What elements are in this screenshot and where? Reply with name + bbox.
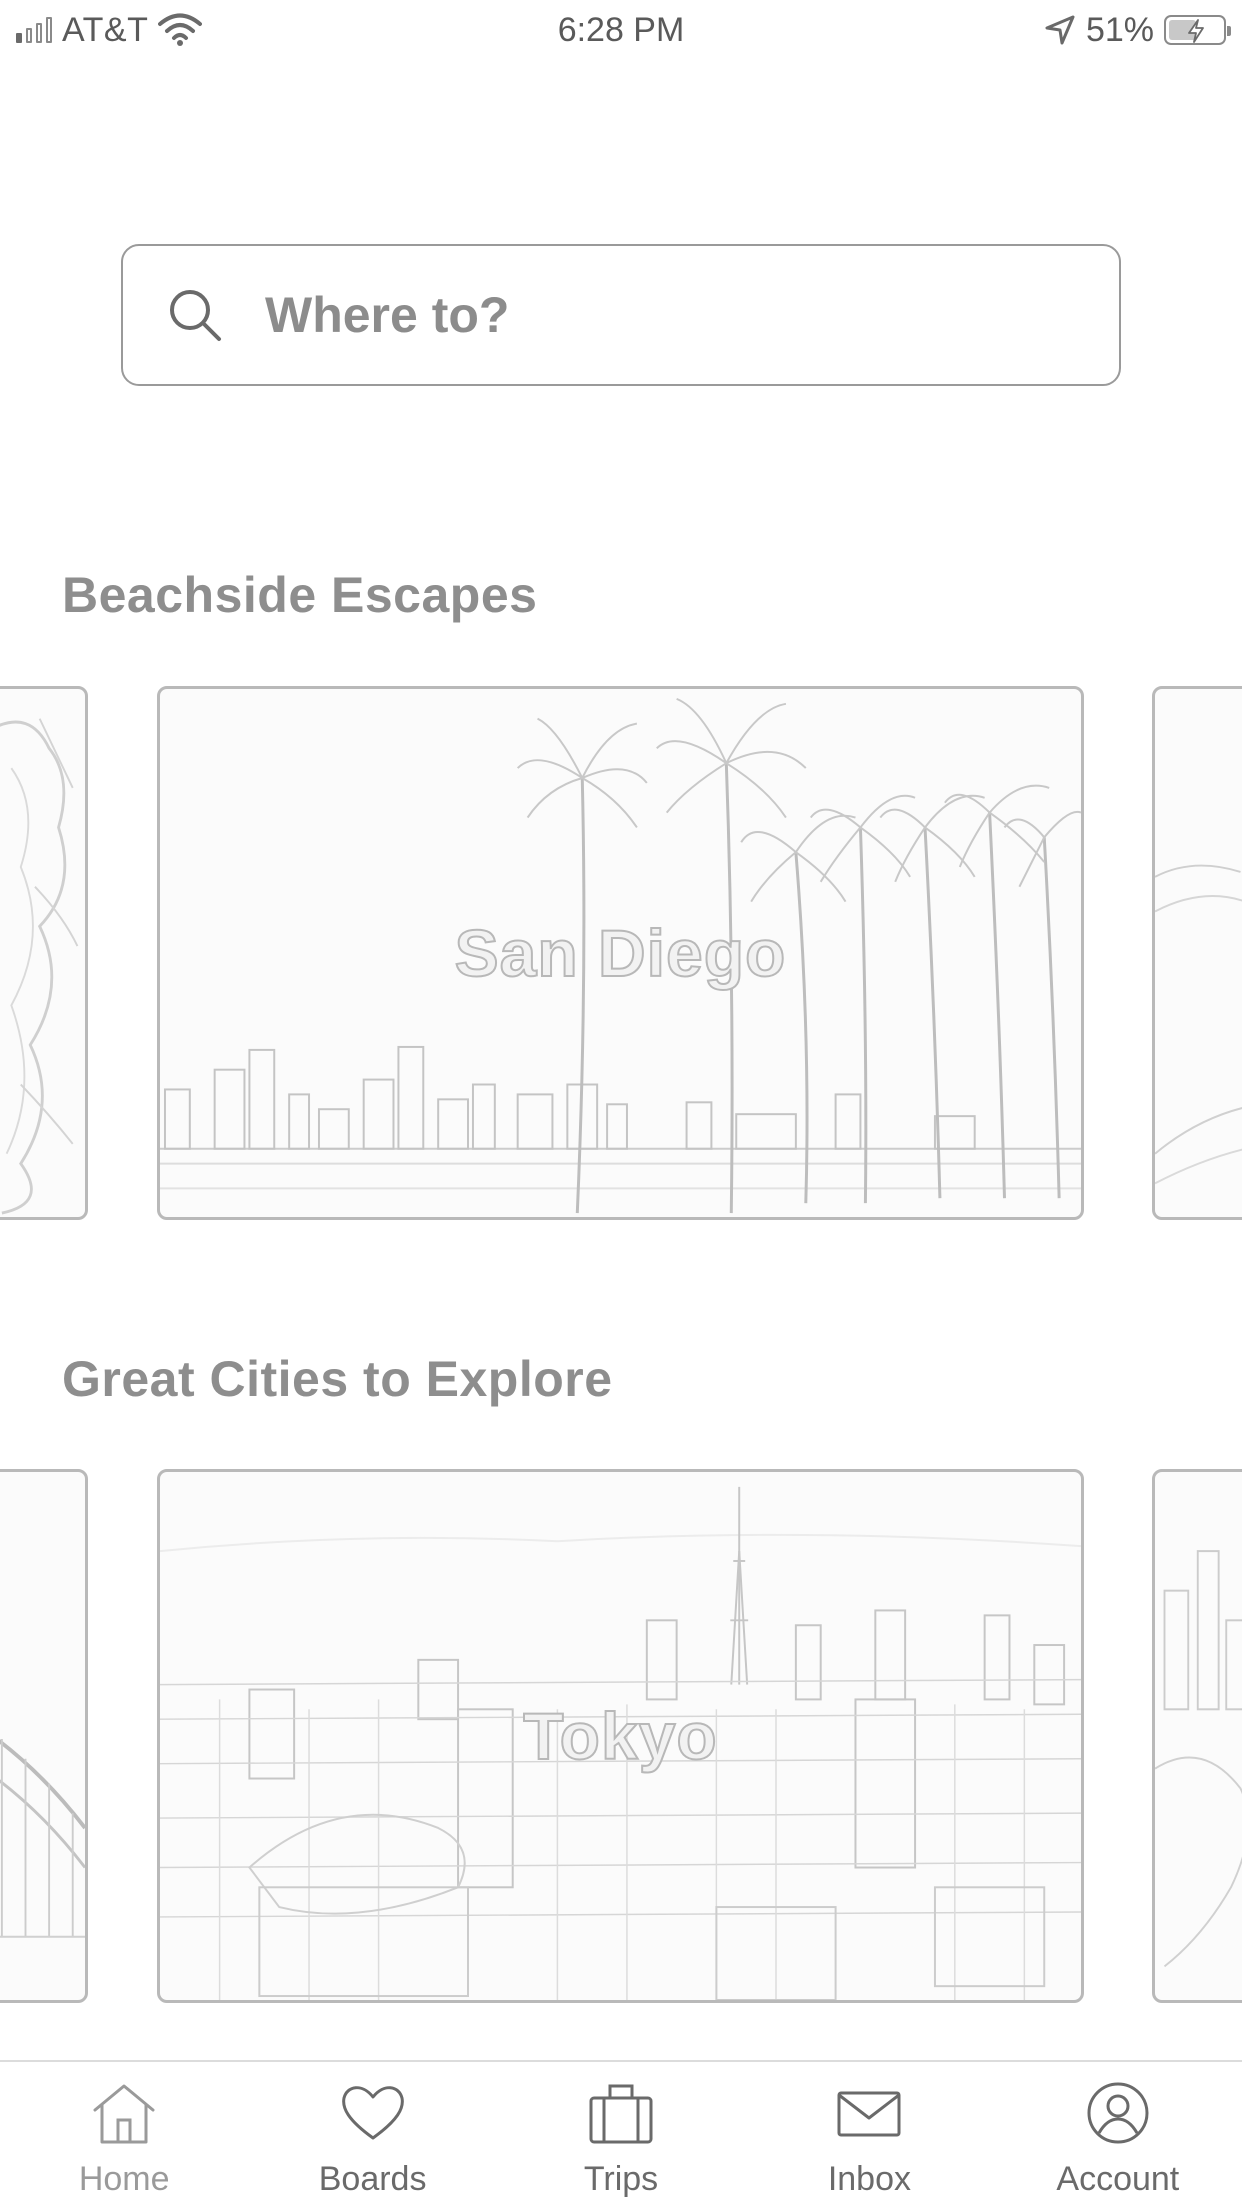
search-input[interactable] — [265, 286, 1025, 344]
section-title-great-cities: Great Cities to Explore — [62, 1351, 613, 1407]
card-image — [1155, 1550, 1242, 1968]
card-image — [0, 718, 79, 1215]
tab-trips[interactable]: Trips — [497, 2062, 745, 2208]
status-bar-right: 51% — [1044, 8, 1231, 52]
tab-label: Inbox — [827, 2160, 912, 2198]
heart-icon — [341, 2086, 404, 2140]
tab-home[interactable]: Home — [0, 2062, 248, 2208]
card-image — [1155, 864, 1242, 1185]
tab-label: Trips — [583, 2160, 659, 2198]
suitcase-icon — [589, 2084, 653, 2144]
home-icon — [93, 2084, 155, 2144]
status-bar: AT&T 6:28 PM 51% — [0, 0, 1242, 60]
card-next[interactable] — [1152, 1469, 1242, 2003]
tab-inbox[interactable]: Inbox — [745, 2062, 993, 2208]
tab-label: Account — [1056, 2160, 1180, 2198]
carousel-beachside-escapes[interactable]: San Diego — [0, 686, 1242, 1220]
search-bar[interactable] — [121, 244, 1121, 386]
battery-charging-icon — [1164, 15, 1231, 45]
tab-account[interactable]: Account — [994, 2062, 1242, 2208]
battery-percent: 51% — [1085, 10, 1154, 49]
tab-label: Home — [78, 2160, 170, 2198]
card-next[interactable] — [1152, 686, 1242, 1220]
card-label: San Diego — [454, 915, 787, 991]
search-icon — [170, 290, 221, 341]
featured-card-san-diego[interactable]: San Diego — [157, 686, 1084, 1220]
bottom-tab-bar: Home Boards Trips Inbox Account — [0, 2060, 1242, 2208]
charging-bolt-icon — [1188, 19, 1204, 43]
envelope-icon — [837, 2091, 901, 2137]
user-circle-icon — [1087, 2082, 1149, 2144]
tab-label: Boards — [318, 2160, 427, 2198]
section-title-beachside-escapes: Beachside Escapes — [62, 567, 538, 623]
featured-card-tokyo[interactable]: Tokyo — [157, 1469, 1084, 2003]
card-label: Tokyo — [522, 1698, 718, 1774]
tab-boards[interactable]: Boards — [248, 2062, 496, 2208]
card-image — [0, 1738, 85, 1938]
card-previous[interactable] — [0, 686, 88, 1220]
location-arrow-icon — [1045, 15, 1075, 45]
carousel-great-cities[interactable]: Tokyo — [0, 1469, 1242, 2003]
card-previous[interactable] — [0, 1469, 88, 2003]
